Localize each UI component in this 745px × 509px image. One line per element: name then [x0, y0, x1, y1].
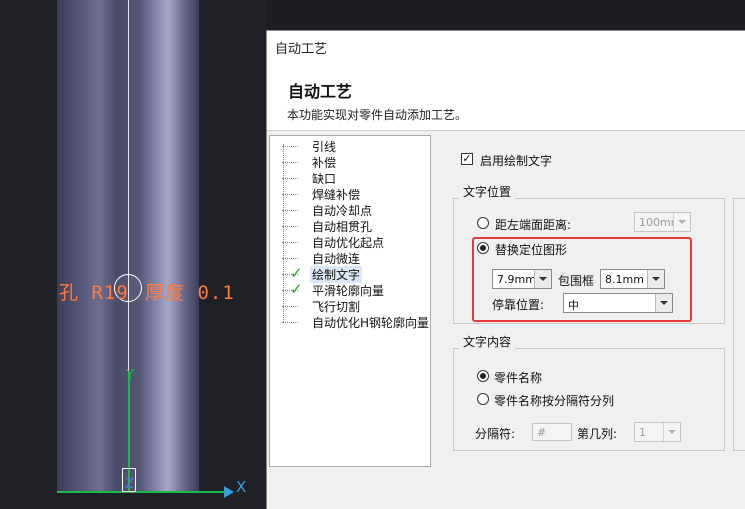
dock-label: 停靠位置:: [492, 298, 545, 312]
dialog-header: 自动工艺 本功能实现对零件自动添加工艺。: [267, 62, 745, 131]
chevron-down-icon: [647, 270, 664, 288]
text-content-title: 文字内容: [459, 333, 516, 350]
part-name-radio[interactable]: [477, 370, 489, 382]
page-description: 本功能实现对零件自动添加工艺。: [287, 108, 468, 122]
enable-text-label: 启用绘制文字: [480, 154, 553, 168]
tree-item-lead[interactable]: 引线: [270, 138, 428, 154]
x-axis: [57, 491, 227, 493]
tree-item-flying-cut[interactable]: 飞行切割: [270, 298, 428, 314]
tree-item-smooth-contour[interactable]: ✓ 平滑轮廓向量: [270, 280, 428, 298]
replace-shape-radio[interactable]: [477, 242, 489, 254]
cad-viewport[interactable]: 孔 R19 厚度 0.1 X Y Z: [0, 0, 266, 509]
thickness-label: 厚度 0.1: [145, 282, 235, 304]
separator-label: 分隔符:: [475, 427, 516, 441]
auto-process-dialog: 自动工艺 自动工艺 本功能实现对零件自动添加工艺。 引线 补偿 缺口 焊缝补偿 …: [266, 30, 745, 509]
tree-item-cooling-point[interactable]: 自动冷却点: [270, 202, 428, 218]
column-combo[interactable]: 1: [634, 422, 681, 442]
tree-item-compensation[interactable]: 补偿: [270, 154, 428, 170]
title-bar[interactable]: 自动工艺: [267, 31, 745, 62]
window-title: 自动工艺: [275, 42, 328, 57]
distance-combo[interactable]: 100mm: [634, 212, 691, 232]
chevron-down-icon: [655, 294, 672, 312]
hole-label: 孔 R19: [59, 282, 129, 304]
replace-shape-label: 替换定位图形: [495, 243, 568, 257]
bbox-label: 包围框: [558, 274, 595, 288]
page-title: 自动工艺: [288, 82, 353, 101]
x-axis-label: X: [236, 478, 247, 496]
text-size-combo[interactable]: 7.9mm: [492, 269, 552, 289]
right-group-edge: [733, 198, 745, 451]
tree-item-intersect-hole[interactable]: 自动相贯孔: [270, 218, 428, 234]
chevron-down-icon: [673, 213, 690, 231]
part-name-label: 零件名称: [494, 371, 543, 385]
process-tree[interactable]: 引线 补偿 缺口 焊缝补偿 自动冷却点 自动相贯孔 自动优化起点 自动微连 ✓ 绘…: [269, 135, 431, 467]
split-name-label: 零件名称按分隔符分列: [494, 394, 615, 408]
separator-input[interactable]: #: [532, 423, 572, 441]
distance-label: 距左端面距离:: [495, 218, 572, 232]
z-axis-label: Z: [125, 477, 134, 492]
text-position-title: 文字位置: [459, 183, 516, 200]
y-axis-label: Y: [126, 368, 134, 383]
tree-item-notch[interactable]: 缺口: [270, 170, 428, 186]
check-icon: ✓: [290, 280, 303, 298]
tree-item-optimize-start[interactable]: 自动优化起点: [270, 234, 428, 250]
bbox-combo[interactable]: 8.1mm: [600, 269, 665, 289]
x-axis-arrow-icon: [224, 486, 234, 498]
distance-radio[interactable]: [477, 217, 489, 229]
column-label: 第几列:: [577, 427, 618, 441]
tree-item-weld-comp[interactable]: 焊缝补偿: [270, 186, 428, 202]
tree-item-h-beam-contour[interactable]: 自动优化H钢轮廓向量: [270, 314, 429, 330]
chevron-down-icon: [534, 270, 551, 288]
enable-text-checkbox[interactable]: ✓: [461, 153, 473, 165]
chevron-down-icon: [663, 423, 680, 441]
dock-position-combo[interactable]: 中: [563, 293, 673, 313]
split-name-radio[interactable]: [477, 393, 489, 405]
